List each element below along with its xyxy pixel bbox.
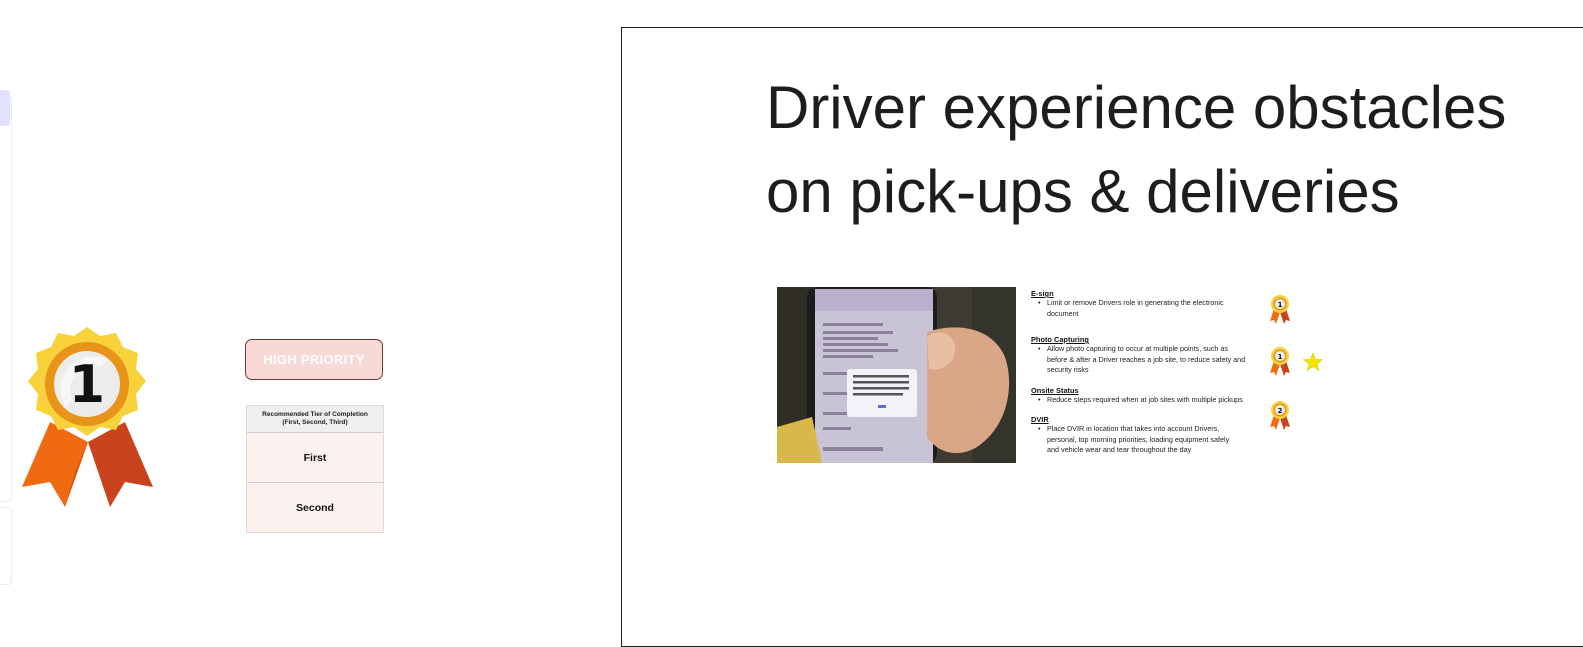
item-bullet-line: Reduce steps required when at job sites …	[1047, 394, 1243, 404]
medal-first-icon[interactable]: 1	[1270, 294, 1290, 324]
item-bullet-line: and vehicle wear and tear throughout the…	[1047, 445, 1192, 454]
star-icon[interactable]	[1303, 352, 1323, 372]
item-bullet: Limit or remove Drivers role in generati…	[1031, 298, 1276, 319]
item-heading: Onsite Status	[1031, 385, 1079, 395]
list-item[interactable]: DVIR Place DVIR in location that takes i…	[1031, 415, 1276, 456]
item-bullet-line: Allow photo capturing to occur at multip…	[1047, 344, 1228, 353]
item-bullet: Place DVIR in location that takes into a…	[1031, 424, 1276, 456]
tier-table-row-first[interactable]: First	[247, 433, 383, 483]
medal-rank-text: 2	[1278, 407, 1283, 415]
tier-table-header-line2: (First, Second, Third)	[282, 419, 348, 426]
item-bullet-line: Limit or remove Drivers role in generati…	[1047, 298, 1224, 307]
medal-first-icon[interactable]: 1	[1270, 346, 1290, 376]
list-item[interactable]: Onsite Status Reduce steps required when…	[1031, 386, 1276, 406]
tier-table-header-line1: Recommended Tier of Completion	[262, 411, 368, 418]
item-bullet-line: personal, top morning priorities, loadin…	[1047, 434, 1230, 444]
item-bullet: Reduce steps required when at job sites …	[1031, 395, 1276, 406]
slide-title-line2: on pick-ups & deliveries	[766, 158, 1400, 225]
left-panel-card-edge-2	[0, 507, 12, 585]
medal-second-icon[interactable]: 2	[1270, 400, 1290, 430]
list-item[interactable]: Photo Capturing Allow photo capturing to…	[1031, 335, 1276, 376]
award-ribbon-icon[interactable]: 1	[20, 322, 155, 512]
item-bullet-line: Place DVIR in location that takes into a…	[1047, 424, 1220, 433]
item-bullet-line: security risks	[1047, 365, 1089, 374]
tier-table[interactable]: Recommended Tier of Completion (First, S…	[246, 405, 384, 533]
award-rank-text: 1	[69, 355, 105, 415]
tier-table-row-second[interactable]: Second	[247, 483, 383, 532]
medal-rank-text: 1	[1278, 301, 1283, 309]
high-priority-badge[interactable]: HIGH PRIORITY	[245, 339, 383, 380]
item-heading: E-sign	[1031, 289, 1054, 298]
left-selected-item-edge[interactable]	[0, 90, 10, 126]
slide-canvas[interactable]: Driver experience obstacles on pick-ups …	[621, 27, 1583, 647]
item-bullet: Allow photo capturing to occur at multip…	[1031, 344, 1276, 376]
item-bullet-line: before & after a Driver reaches a job si…	[1047, 354, 1246, 364]
slide-title-line1: Driver experience obstacles	[766, 74, 1507, 141]
item-heading: DVIR	[1031, 415, 1049, 424]
tier-table-header: Recommended Tier of Completion (First, S…	[247, 406, 383, 433]
driver-phone-photo[interactable]	[777, 287, 1016, 463]
item-bullet-line: document	[1047, 308, 1079, 318]
medal-rank-text: 1	[1278, 353, 1283, 361]
obstacle-list: E-sign Limit or remove Drivers role in g…	[1031, 289, 1276, 466]
item-heading: Photo Capturing	[1031, 335, 1089, 344]
left-panel-card-edge	[0, 95, 12, 502]
slide-title[interactable]: Driver experience obstacles on pick-ups …	[766, 66, 1583, 234]
list-item[interactable]: E-sign Limit or remove Drivers role in g…	[1031, 289, 1276, 319]
